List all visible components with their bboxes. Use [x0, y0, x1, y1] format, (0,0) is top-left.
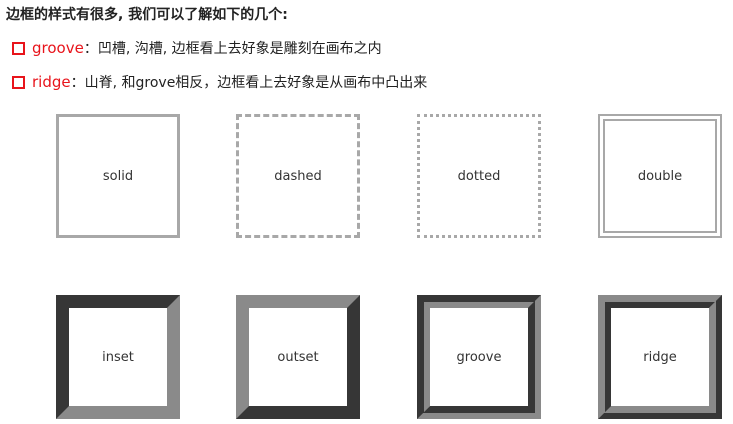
border-demo-label: groove: [456, 349, 502, 365]
border-demo-dotted: dotted: [417, 114, 541, 238]
border-demo-solid: solid: [56, 114, 180, 238]
square-bullet-icon: [12, 75, 25, 89]
border-demo-dashed: dashed: [236, 114, 360, 238]
border-demo-outset: outset: [236, 295, 360, 419]
bullet-description: ：凹槽, 沟槽, 边框看上去好象是雕刻在画布之内: [83, 41, 382, 57]
border-demo-groove: groove: [417, 295, 541, 419]
border-demo-label: dotted: [457, 168, 501, 184]
border-demo-label: solid: [102, 168, 134, 184]
page-heading: 边框的样式有很多, 我们可以了解如下的几个:: [6, 7, 288, 23]
border-demo-inset: inset: [56, 295, 180, 419]
bullet-keyword: groove: [32, 39, 84, 57]
square-bullet-icon: [12, 41, 25, 55]
border-demo-label: outset: [277, 349, 319, 365]
border-demo-ridge: ridge: [598, 295, 722, 419]
bullet-ridge: ridge ：山脊, 和grove相反，边框看上去好象是从画布中凸出来: [12, 72, 427, 92]
border-demo-label: inset: [102, 349, 134, 365]
border-demo-label: double: [637, 168, 683, 184]
border-demo-double: double: [598, 114, 722, 238]
bullet-groove: groove ：凹槽, 沟槽, 边框看上去好象是雕刻在画布之内: [12, 38, 382, 58]
border-demo-label: ridge: [643, 349, 677, 365]
border-demo-label: dashed: [274, 168, 322, 184]
bullet-description: ：山脊, 和grove相反，边框看上去好象是从画布中凸出来: [70, 75, 428, 91]
bullet-keyword: ridge: [32, 73, 71, 91]
